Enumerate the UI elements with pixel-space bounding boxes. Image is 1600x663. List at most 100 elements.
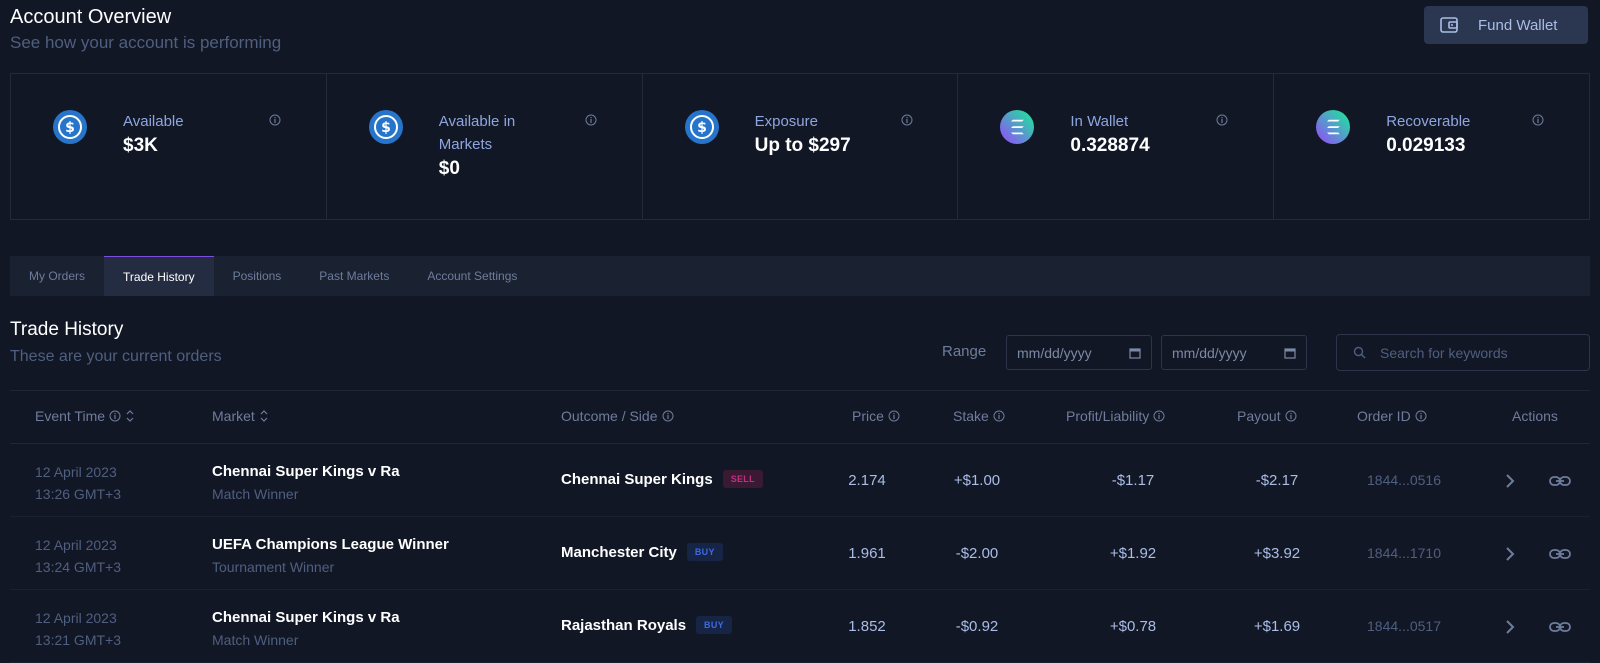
event-clock: 13:26 GMT+3 bbox=[35, 486, 121, 502]
market-name: Chennai Super Kings v Ra bbox=[212, 463, 400, 480]
side-badge: SELL bbox=[722, 470, 763, 488]
column-header-market[interactable]: Market bbox=[212, 408, 269, 424]
column-header-actions: Actions bbox=[1512, 408, 1558, 424]
usdc-coin-icon: $ bbox=[53, 110, 87, 144]
range-label: Range bbox=[942, 343, 987, 360]
table-row: 12 April 2023 13:24 GMT+3 UEFA Champions… bbox=[10, 517, 1590, 590]
outcome-name: Manchester City bbox=[561, 543, 677, 561]
outcome-cell: Manchester City BUY bbox=[561, 543, 723, 561]
payout-value: +$1.69 bbox=[1253, 618, 1301, 635]
event-time: 12 April 2023 13:21 GMT+3 bbox=[35, 607, 121, 651]
payout-value: -$2.17 bbox=[1255, 472, 1299, 489]
tab-account-settings[interactable]: Account Settings bbox=[408, 256, 536, 296]
fund-wallet-button[interactable]: Fund Wallet bbox=[1424, 6, 1588, 44]
usdc-coin-icon: $ bbox=[684, 110, 719, 144]
column-header-outcome-side: Outcome / Side bbox=[561, 408, 674, 424]
card-available-in-markets: $ Available in Markets $0 bbox=[327, 74, 643, 219]
card-value: Up to $297 bbox=[754, 135, 851, 156]
sort-icon[interactable] bbox=[125, 409, 135, 423]
info-icon[interactable] bbox=[585, 114, 597, 126]
card-in-wallet: In Wallet 0.328874 bbox=[958, 74, 1275, 219]
tab-positions[interactable]: Positions bbox=[214, 256, 301, 296]
column-label: Order ID bbox=[1357, 408, 1411, 424]
market-cell: Chennai Super Kings v Ra Match Winner bbox=[212, 461, 400, 505]
column-label: Profit/Liability bbox=[1066, 408, 1150, 424]
chevron-right-icon[interactable] bbox=[1504, 472, 1516, 490]
column-header-price: Price bbox=[852, 408, 900, 424]
card-label: Recoverable bbox=[1386, 113, 1471, 130]
column-header-stake: Stake bbox=[953, 408, 1005, 424]
tab-trade-history[interactable]: Trade History bbox=[104, 256, 214, 296]
sort-icon[interactable] bbox=[259, 409, 269, 423]
info-icon[interactable] bbox=[1216, 114, 1228, 126]
section-title: Trade History bbox=[10, 319, 124, 340]
link-icon[interactable] bbox=[1549, 472, 1571, 490]
card-label: Available bbox=[123, 113, 184, 130]
event-clock: 13:21 GMT+3 bbox=[35, 632, 121, 648]
order-id: 1844...1710 bbox=[1367, 545, 1441, 561]
wallet-icon bbox=[1440, 17, 1458, 33]
info-icon bbox=[1285, 410, 1297, 422]
side-badge: BUY bbox=[686, 543, 723, 561]
tab-bar: My Orders Trade History Positions Past M… bbox=[10, 256, 1590, 296]
column-label: Payout bbox=[1237, 408, 1281, 424]
card-label: Available in Markets bbox=[438, 113, 516, 153]
date-to-input[interactable]: mm/dd/yyyy bbox=[1161, 335, 1307, 370]
order-id: 1844...0517 bbox=[1367, 618, 1441, 634]
event-date: 12 April 2023 bbox=[35, 610, 117, 626]
page-title: Account Overview bbox=[10, 6, 172, 28]
chevron-right-icon[interactable] bbox=[1504, 618, 1516, 636]
tab-past-markets[interactable]: Past Markets bbox=[300, 256, 408, 296]
column-header-event-time[interactable]: Event Time bbox=[35, 408, 135, 424]
fund-wallet-label: Fund Wallet bbox=[1478, 16, 1558, 34]
market-type: Match Winner bbox=[212, 486, 299, 502]
link-icon[interactable] bbox=[1549, 545, 1571, 563]
page-subtitle: See how your account is performing bbox=[10, 33, 282, 52]
info-icon[interactable] bbox=[269, 114, 281, 126]
trade-history-table: Event Time Market Outcome / Side Price S… bbox=[10, 390, 1590, 663]
column-label: Stake bbox=[953, 408, 989, 424]
date-from-input[interactable]: mm/dd/yyyy bbox=[1006, 335, 1152, 370]
calendar-icon[interactable] bbox=[1284, 347, 1296, 359]
search-input[interactable]: Search for keywords bbox=[1336, 334, 1590, 371]
card-value: $0 bbox=[438, 158, 460, 179]
card-label: Exposure bbox=[754, 113, 818, 130]
stake-value: -$0.92 bbox=[955, 618, 999, 635]
calendar-icon[interactable] bbox=[1129, 347, 1141, 359]
link-icon[interactable] bbox=[1549, 618, 1571, 636]
chevron-right-icon[interactable] bbox=[1504, 545, 1516, 563]
table-header: Event Time Market Outcome / Side Price S… bbox=[10, 391, 1590, 444]
stake-value: +$1.00 bbox=[953, 472, 1001, 489]
price-value: 1.961 bbox=[848, 545, 886, 562]
card-value: 0.328874 bbox=[1070, 135, 1150, 156]
info-icon bbox=[888, 410, 900, 422]
card-value: 0.029133 bbox=[1386, 135, 1466, 156]
column-header-order-id: Order ID bbox=[1357, 408, 1427, 424]
info-icon bbox=[662, 410, 673, 422]
event-time: 12 April 2023 13:26 GMT+3 bbox=[35, 461, 121, 505]
event-date: 12 April 2023 bbox=[35, 537, 117, 553]
market-cell: Chennai Super Kings v Ra Match Winner bbox=[212, 607, 400, 651]
table-row: 12 April 2023 13:21 GMT+3 Chennai Super … bbox=[10, 590, 1590, 663]
section-subtitle: These are your current orders bbox=[10, 348, 222, 365]
stake-value: -$2.00 bbox=[955, 545, 999, 562]
date-to-placeholder: mm/dd/yyyy bbox=[1172, 344, 1247, 361]
outcome-name: Rajasthan Royals bbox=[561, 616, 687, 634]
tab-my-orders[interactable]: My Orders bbox=[10, 256, 104, 296]
info-icon[interactable] bbox=[1532, 114, 1544, 126]
svg-text:$: $ bbox=[697, 120, 707, 136]
market-type: Match Winner bbox=[212, 632, 299, 648]
price-value: 1.852 bbox=[848, 618, 886, 635]
market-name: UEFA Champions League Winner bbox=[212, 536, 449, 553]
card-exposure: $ Exposure Up to $297 bbox=[643, 74, 959, 219]
market-type: Tournament Winner bbox=[212, 559, 335, 575]
date-from-placeholder: mm/dd/yyyy bbox=[1017, 344, 1092, 361]
search-placeholder: Search for keywords bbox=[1380, 344, 1508, 361]
solana-coin-icon bbox=[1000, 110, 1035, 144]
info-icon[interactable] bbox=[901, 114, 913, 126]
card-label: In Wallet bbox=[1070, 113, 1129, 130]
outcome-cell: Chennai Super Kings SELL bbox=[561, 470, 763, 488]
market-cell: UEFA Champions League Winner Tournament … bbox=[212, 534, 449, 578]
svg-text:$: $ bbox=[65, 120, 75, 136]
event-clock: 13:24 GMT+3 bbox=[35, 559, 121, 575]
